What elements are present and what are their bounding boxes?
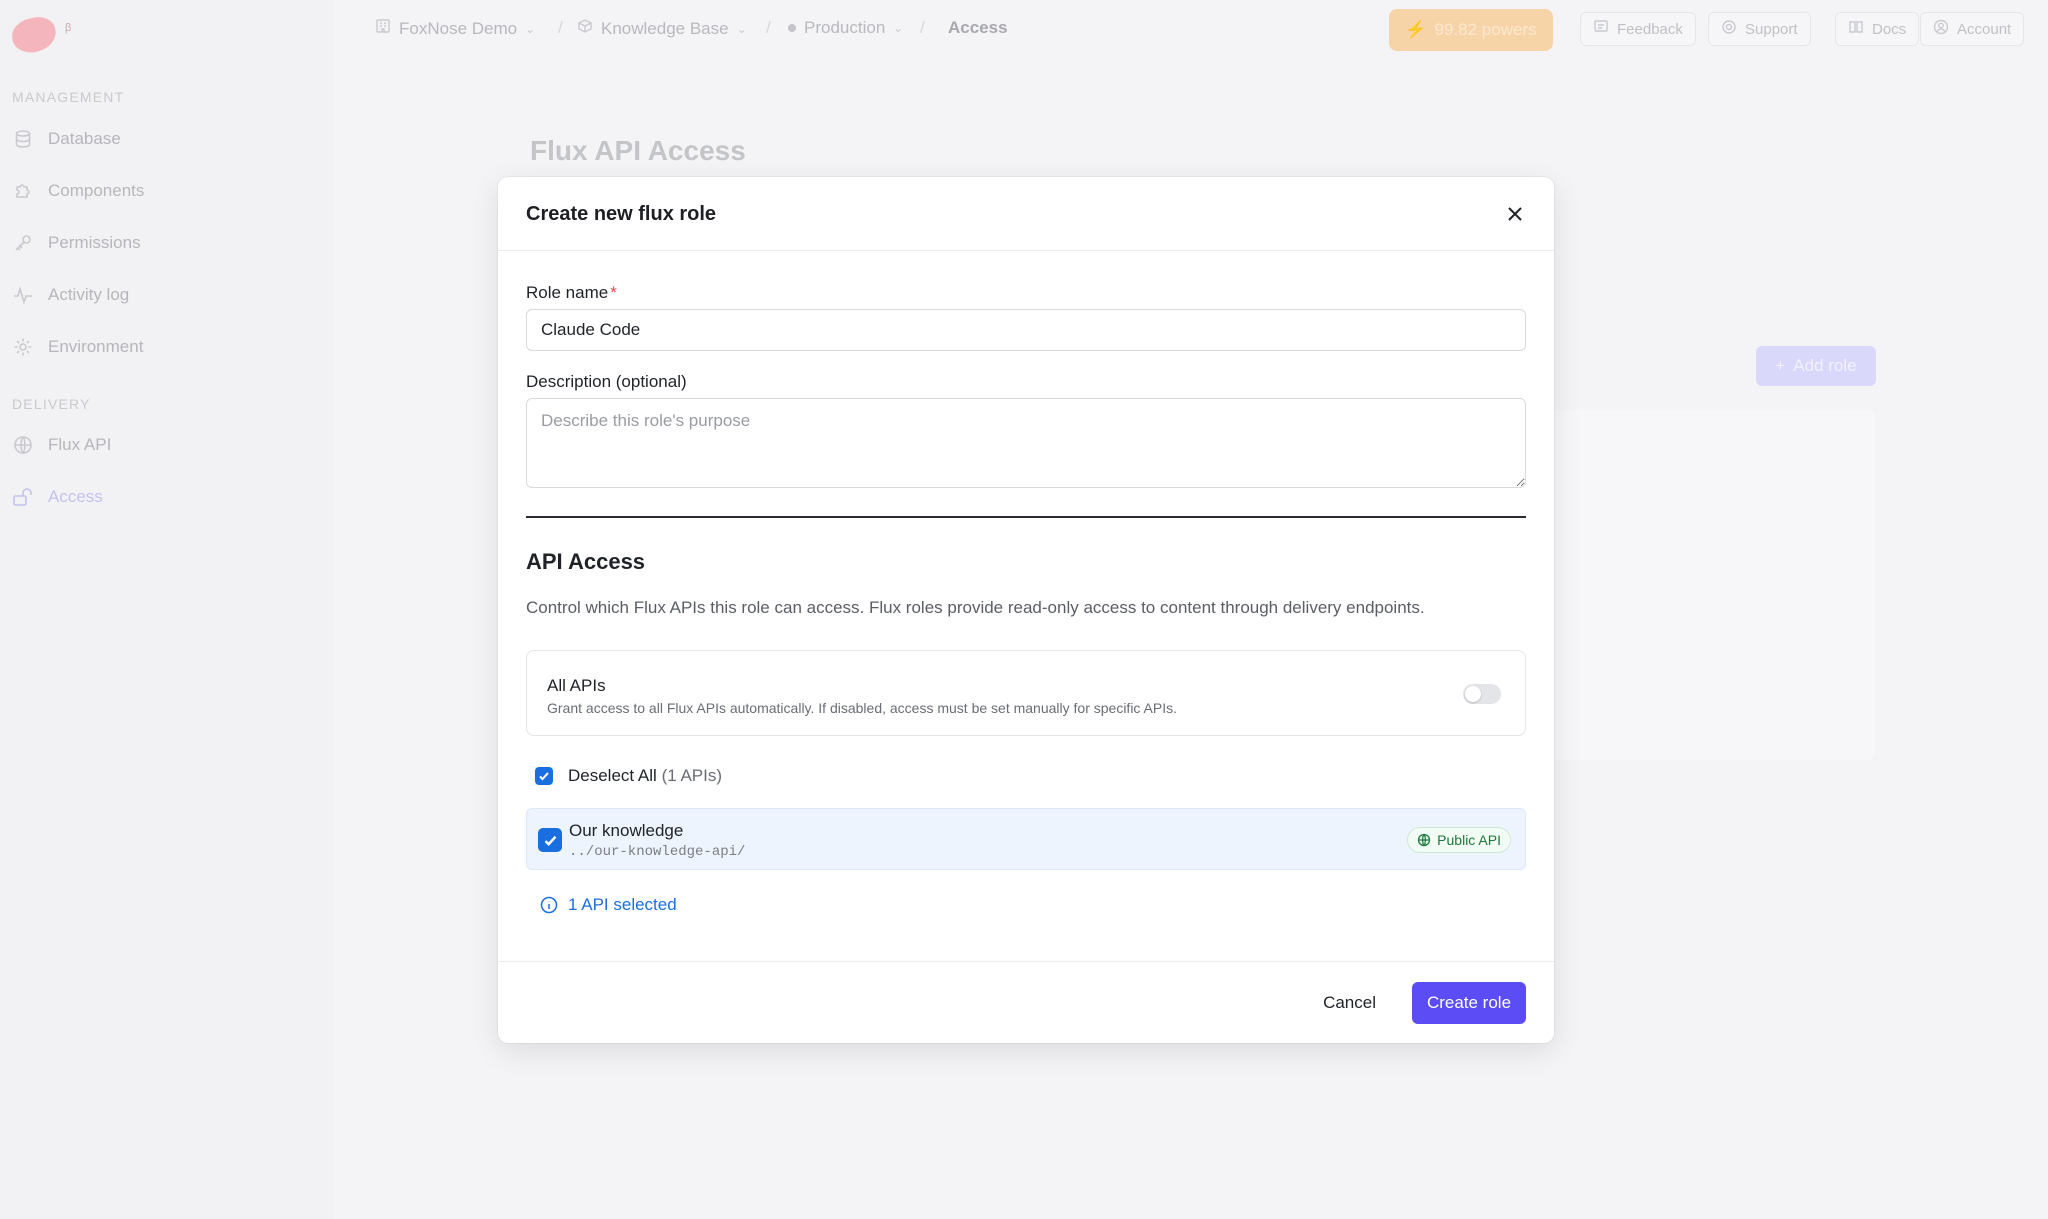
sidebar: β MANAGEMENT Database Components Permiss… — [0, 0, 335, 1219]
api-list-item[interactable]: Our knowledge ../our-knowledge-api/ Publ… — [526, 808, 1526, 870]
toggle-knob — [1465, 686, 1481, 702]
account-button[interactable]: Account — [1920, 12, 2025, 46]
sidebar-item-activity-log[interactable]: Activity log — [12, 279, 129, 311]
role-name-input[interactable] — [526, 309, 1526, 351]
top-bar: FoxNose Demo ⌄ / Knowledge Base ⌄ / Prod… — [335, 0, 2048, 60]
public-api-badge: Public API — [1407, 827, 1511, 853]
breadcrumb-environment[interactable]: Production ⌄ — [788, 18, 903, 38]
sidebar-item-access[interactable]: Access — [12, 481, 103, 513]
create-role-modal: Create new flux role Role name* Descript… — [498, 177, 1554, 1043]
building-icon — [375, 18, 391, 39]
docs-button[interactable]: Docs — [1835, 12, 1920, 46]
sidebar-item-database[interactable]: Database — [12, 123, 121, 155]
powers-balance-button[interactable]: ⚡ 99.82 powers — [1389, 9, 1553, 51]
sidebar-item-label: Access — [48, 487, 103, 506]
modal-header: Create new flux role — [498, 177, 1554, 251]
sidebar-item-flux-api[interactable]: Flux API — [12, 429, 111, 461]
unlock-icon — [12, 486, 34, 508]
gear-icon — [12, 336, 34, 358]
all-apis-toggle[interactable] — [1463, 684, 1501, 704]
cancel-button[interactable]: Cancel — [1311, 982, 1388, 1024]
all-apis-title: All APIs — [547, 676, 606, 695]
sidebar-item-label: Flux API — [48, 435, 112, 454]
puzzle-icon — [12, 180, 34, 202]
key-icon — [12, 232, 34, 254]
api-count: (1 APIs) — [661, 766, 723, 785]
feedback-button[interactable]: Feedback — [1580, 12, 1696, 46]
chevron-down-icon: ⌄ — [525, 21, 536, 36]
breadcrumb-knowledge-base[interactable]: Knowledge Base ⌄ — [577, 18, 747, 39]
database-icon — [12, 128, 34, 150]
message-icon — [1593, 19, 1609, 39]
sidebar-item-label: Database — [48, 129, 121, 148]
sidebar-item-environment[interactable]: Environment — [12, 331, 143, 363]
check-icon — [539, 772, 549, 781]
breadcrumb-current: Access — [948, 18, 1008, 37]
book-icon — [1848, 19, 1864, 39]
sidebar-item-label: Components — [48, 181, 145, 200]
breadcrumb-separator: / — [766, 18, 771, 37]
api-name: Our knowledge — [569, 821, 684, 840]
description-textarea[interactable] — [526, 398, 1526, 488]
all-apis-card: All APIs Grant access to all Flux APIs a… — [526, 650, 1526, 736]
api-checkbox[interactable] — [538, 828, 562, 852]
close-button[interactable] — [1502, 201, 1528, 227]
beta-badge: β — [65, 22, 72, 34]
section-divider — [526, 516, 1526, 518]
chevron-down-icon: ⌄ — [893, 21, 904, 35]
breadcrumb-separator: / — [920, 18, 925, 37]
selection-summary: 1 API selected — [540, 895, 677, 915]
activity-icon — [12, 284, 34, 306]
add-role-button[interactable]: + Add role — [1756, 346, 1876, 386]
check-icon — [544, 835, 556, 846]
breadcrumb-separator: / — [558, 18, 563, 37]
deselect-all-label[interactable]: Deselect All (1 APIs) — [568, 766, 722, 786]
app-logo[interactable]: β — [8, 10, 71, 57]
section-label-management: MANAGEMENT — [12, 89, 125, 105]
chevron-down-icon: ⌄ — [736, 21, 747, 36]
plus-icon: + — [1775, 356, 1786, 375]
support-button[interactable]: Support — [1708, 12, 1811, 46]
info-icon — [540, 896, 558, 914]
deselect-all-checkbox[interactable] — [535, 767, 553, 785]
api-access-description: Control which Flux APIs this role can ac… — [526, 598, 1425, 617]
page-title: Flux API Access — [530, 135, 746, 166]
required-marker: * — [610, 283, 617, 302]
role-name-label: Role name * — [526, 283, 617, 302]
section-label-delivery: DELIVERY — [12, 396, 91, 412]
user-icon — [1933, 19, 1949, 39]
logo-mark-icon — [8, 13, 60, 57]
sidebar-item-permissions[interactable]: Permissions — [12, 227, 141, 259]
all-apis-description: Grant access to all Flux APIs automatica… — [547, 700, 1178, 716]
create-role-button[interactable]: Create role — [1412, 982, 1526, 1024]
api-access-heading: API Access — [526, 549, 646, 574]
globe-icon — [12, 434, 34, 456]
roles-card — [1550, 410, 1875, 760]
description-label: Description (optional) — [526, 372, 687, 391]
sidebar-item-components[interactable]: Components — [12, 175, 144, 207]
lifebuoy-icon — [1721, 19, 1737, 39]
lightning-icon: ⚡ — [1405, 20, 1427, 39]
status-dot-icon — [788, 24, 796, 32]
api-path: ../our-knowledge-api/ — [569, 844, 746, 860]
modal-title: Create new flux role — [526, 203, 717, 225]
box-icon — [577, 18, 593, 39]
close-icon — [1508, 207, 1522, 221]
sidebar-item-label: Environment — [48, 337, 144, 356]
breadcrumb-project[interactable]: FoxNose Demo ⌄ — [375, 18, 535, 39]
globe-icon — [1418, 833, 1431, 847]
sidebar-item-label: Activity log — [48, 285, 130, 304]
modal-footer: Cancel Create role — [498, 961, 1554, 1043]
sidebar-item-label: Permissions — [48, 233, 141, 252]
